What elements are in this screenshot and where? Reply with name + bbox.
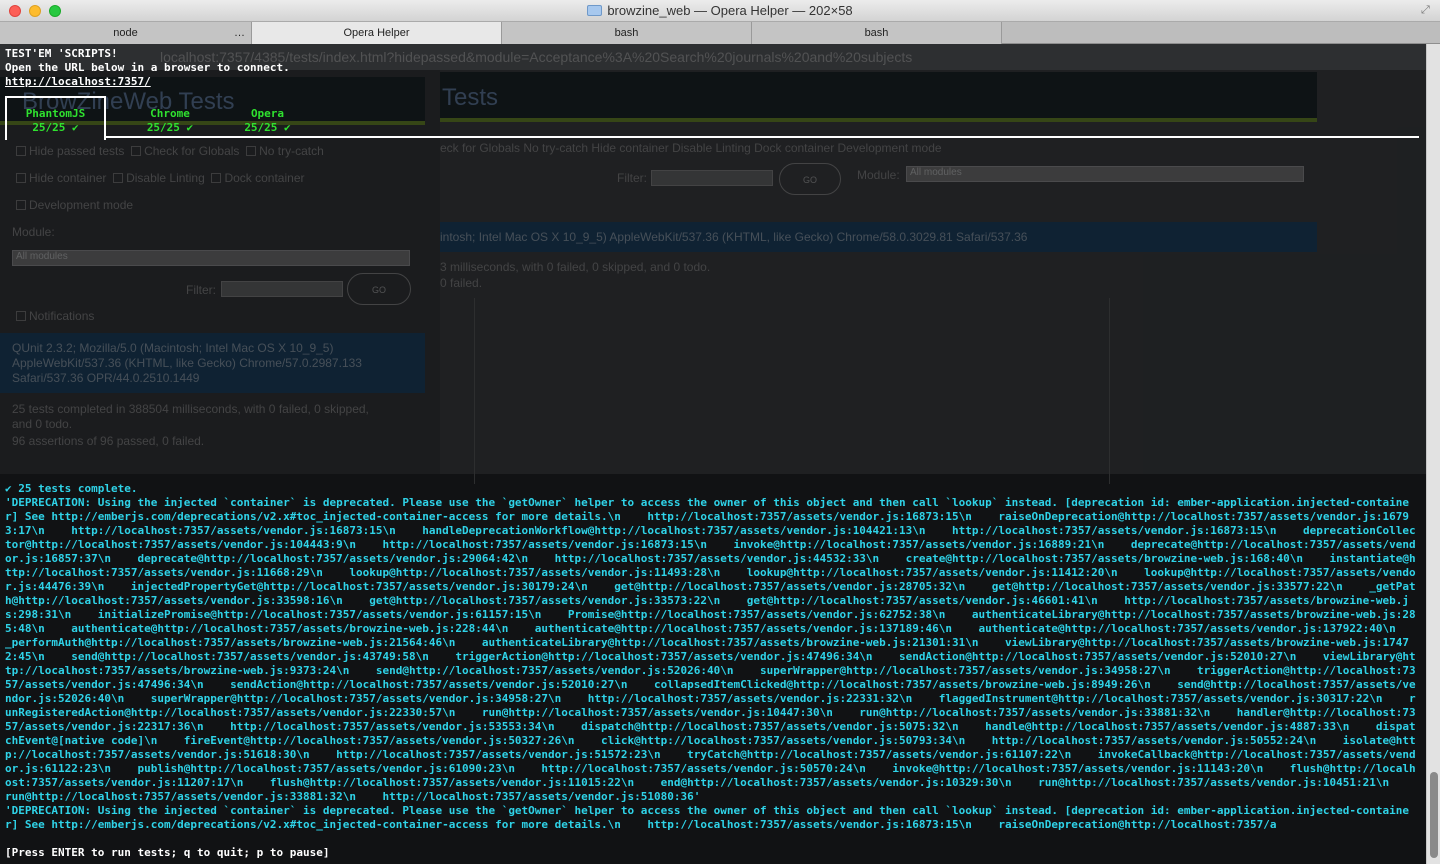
browser-tabs-baseline — [106, 136, 1419, 138]
browser-result-tabs: PhantomJS 25/25 ✔ Chrome 25/25 ✔ Opera 2… — [5, 96, 1419, 140]
bg-useragent-right: intosh; Intel Mac OS X 10_9_5) AppleWebK… — [440, 222, 1317, 252]
bg-go-button-right: GO — [779, 163, 841, 195]
tab-label: bash — [864, 27, 889, 39]
browser-tab-chrome[interactable]: Chrome 25/25 ✔ — [120, 107, 220, 135]
bg-module-select-right: All modules — [906, 166, 1304, 182]
window-titlebar: browzine_web — Opera Helper — 202×58 ⤢ — [0, 0, 1440, 22]
bg-module-label: Module: — [12, 225, 55, 239]
bg-results-panel — [474, 298, 1110, 484]
bg-module-label-right: Module: — [857, 168, 900, 182]
deprecation-log: 'DEPRECATION: Using the injected `contai… — [5, 496, 1416, 831]
tests-complete-line: ✔ 25 tests complete. — [5, 482, 138, 495]
scrollbar-thumb[interactable] — [1430, 772, 1438, 858]
bg-go-button: GO — [347, 273, 411, 305]
window-title: browzine_web — Opera Helper — 202×58 — [607, 3, 853, 18]
bg-module-select: All modules — [12, 250, 410, 266]
folder-icon — [587, 5, 603, 16]
command-prompt: [Press ENTER to run tests; q to quit; p … — [5, 846, 330, 859]
terminal-output[interactable]: localhost:7357/4385/tests/index.html?hid… — [0, 44, 1426, 864]
bg-checkbox-row-2: Hide container Disable Linting Dock cont… — [16, 171, 305, 185]
testem-instructions: Open the URL below in a browser to conne… — [5, 61, 290, 74]
bg-checkbox-row-1: Hide passed tests Check for Globals No t… — [16, 144, 324, 158]
tab-label: node — [113, 27, 138, 39]
tab-node[interactable]: node … — [0, 22, 252, 44]
bg-filter-label: Filter: — [186, 283, 216, 297]
browser-tab-opera[interactable]: Opera 25/25 ✔ — [220, 107, 315, 135]
bg-result-left: 25 tests completed in 388504 millisecond… — [12, 402, 369, 431]
terminal-scrollbar[interactable] — [1426, 44, 1440, 864]
bg-useragent-left: QUnit 2.3.2; Mozilla/5.0 (Macintosh; Int… — [0, 333, 425, 393]
bg-filter-input-right — [651, 170, 773, 186]
tab-bash-2[interactable]: bash — [752, 22, 1002, 44]
tab-opera-helper[interactable]: Opera Helper — [252, 22, 502, 44]
tab-bash-1[interactable]: bash — [502, 22, 752, 44]
testem-connect-url[interactable]: http://localhost:7357/ — [5, 75, 151, 89]
bg-checkbox-row-right: eck for Globals No try-catch Hide contai… — [440, 141, 942, 155]
tab-label: bash — [614, 27, 639, 39]
tab-overflow: … — [234, 27, 245, 39]
bg-result-right: 3 milliseconds, with 0 failed, 0 skipped… — [440, 260, 711, 274]
bg-failed-right: 0 failed. — [440, 276, 483, 290]
bg-checkbox-row-3: Development mode — [16, 198, 133, 212]
tab-label: Opera Helper — [343, 27, 410, 39]
bg-filter-input — [221, 281, 343, 297]
browser-tab-phantomjs[interactable]: PhantomJS 25/25 ✔ — [5, 107, 106, 135]
bg-notifications: Notifications — [16, 309, 94, 323]
test-log: ✔ 25 tests complete. 'DEPRECATION: Using … — [5, 482, 1419, 832]
terminal-tab-bar: node … Opera Helper bash bash — [0, 22, 1440, 44]
fullscreen-icon[interactable]: ⤢ — [1421, 4, 1433, 16]
bg-assertions-left: 96 assertions of 96 passed, 0 failed. — [12, 434, 205, 448]
testem-header: TEST'EM 'SCRIPTS! — [5, 47, 118, 60]
bg-filter-label-right: Filter: — [617, 171, 647, 185]
